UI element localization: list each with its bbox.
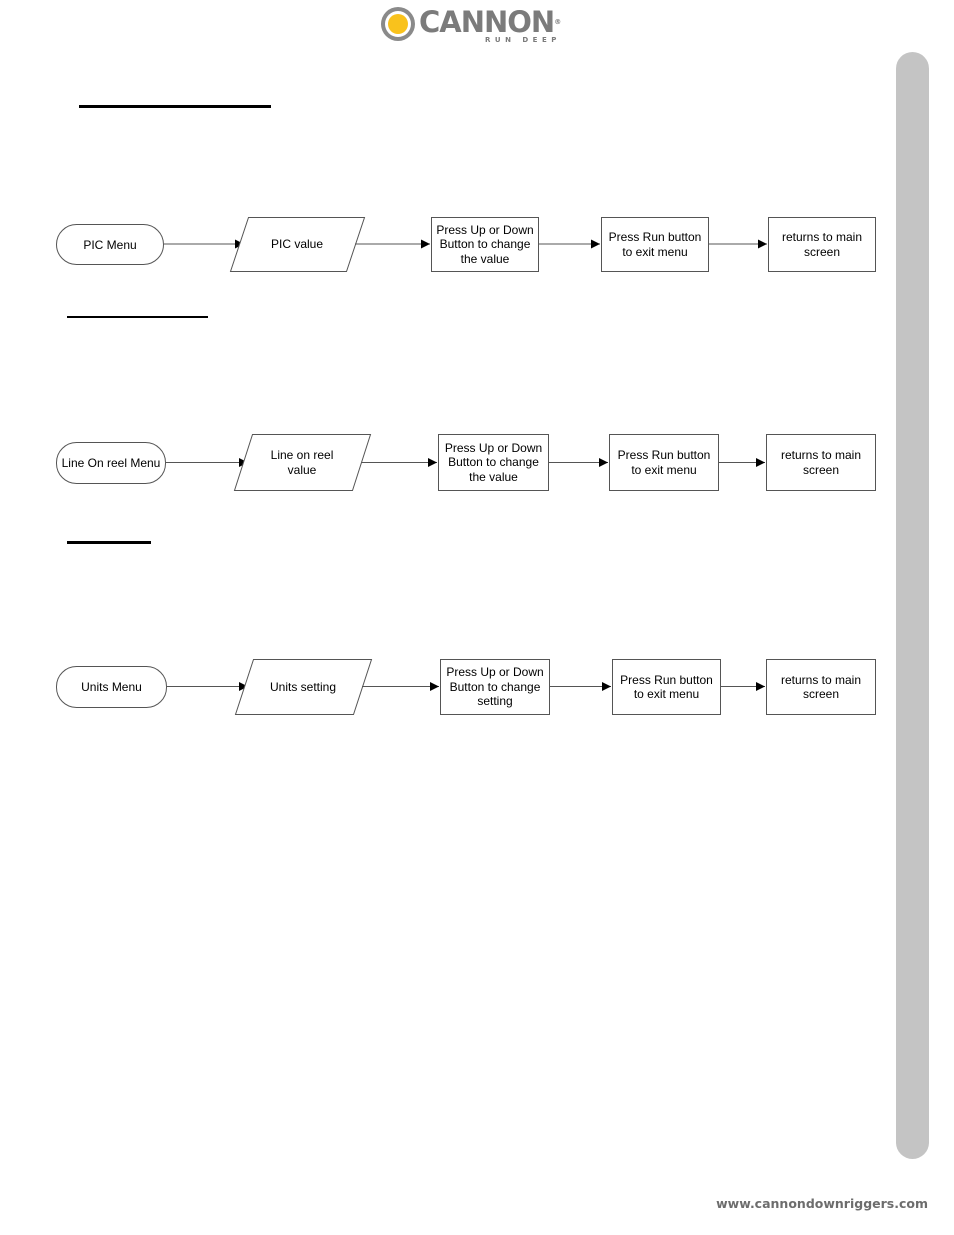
- side-tab-bar: [896, 52, 929, 1159]
- process-label: Press Up or Down Button to change the va…: [436, 222, 534, 266]
- exit-label: Press Run button to exit menu: [620, 672, 713, 702]
- logo-wordmark: CANNON®: [419, 5, 561, 39]
- input-label: PIC value: [270, 237, 324, 252]
- exit-label: Press Run button to exit menu: [617, 448, 711, 477]
- input-label: Line on reel value: [270, 448, 334, 477]
- end-label: returns to main screen: [780, 672, 862, 702]
- flowchart-units: Units Menu Units setting Press Up or Dow…: [0, 652, 954, 732]
- flowchart-line-on-reel: Line On reel Menu Line on reel value Pre…: [0, 428, 954, 508]
- process-label: Press Up or Down Button to change the va…: [444, 440, 543, 484]
- end-label: returns to main screen: [781, 230, 863, 259]
- section-heading-rule-units: [67, 541, 151, 544]
- logo-tagline: RUN DEEP: [485, 36, 561, 44]
- start-label: Line On reel Menu: [61, 456, 161, 471]
- section-heading-rule-line-on-reel: [67, 316, 208, 318]
- input-label: Units setting: [269, 679, 337, 694]
- start-label: PIC Menu: [83, 237, 137, 252]
- logo-sun-icon: [381, 7, 415, 41]
- footer-website-url: www.cannondownriggers.com: [716, 1196, 928, 1211]
- flowchart-pic: PIC Menu PIC value Press Up or Down Butt…: [0, 210, 954, 290]
- section-heading-rule-pic: [79, 105, 271, 108]
- process-label: Press Up or Down Button to change settin…: [446, 665, 544, 709]
- end-label: returns to main screen: [780, 448, 862, 477]
- cannon-logo: CANNON® RUN DEEP: [381, 5, 576, 46]
- start-label: Units Menu: [81, 680, 142, 695]
- exit-label: Press Run button to exit menu: [608, 230, 702, 259]
